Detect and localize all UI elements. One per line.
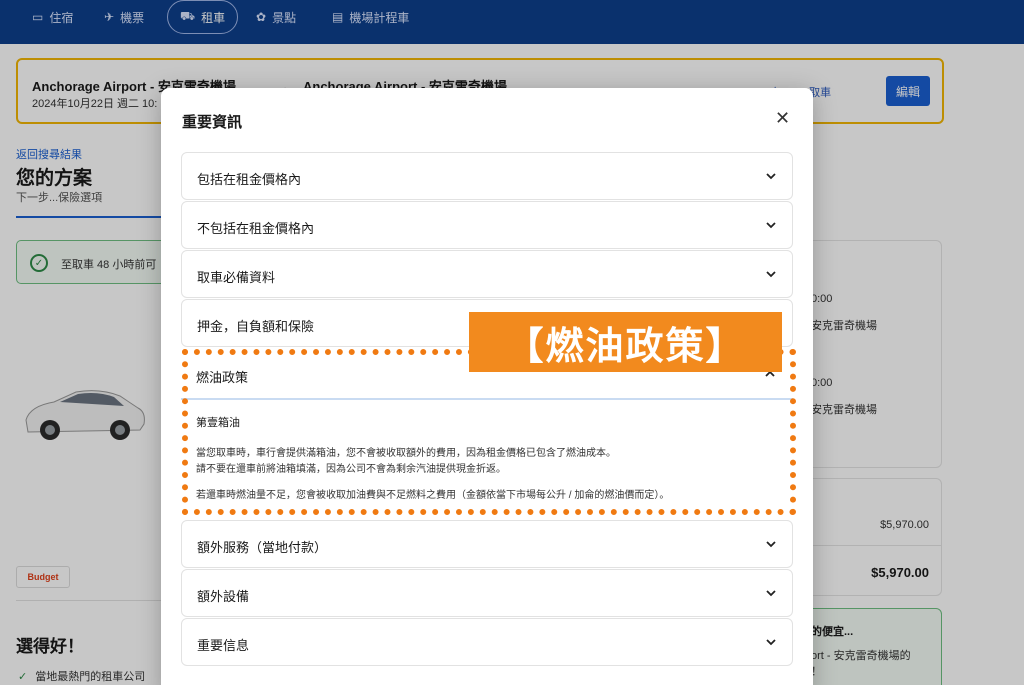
accordion-label: 額外服務（當地付款）	[197, 540, 328, 555]
chevron-down-icon	[764, 635, 778, 649]
annotation-banner: 【燃油政策】	[469, 312, 782, 372]
chevron-down-icon	[764, 267, 778, 281]
accordion-label: 取車必備資料	[197, 270, 276, 285]
accordion-label: 包括在租金價格內	[197, 172, 302, 187]
accordion-label: 重要信息	[197, 638, 250, 653]
accordion-extra-services[interactable]: 額外服務（當地付款）	[181, 520, 793, 568]
accordion-label: 額外設備	[197, 589, 250, 604]
accordion-important-info[interactable]: 重要信息	[181, 618, 793, 666]
accordion-pickup-docs[interactable]: 取車必備資料	[181, 250, 793, 298]
close-icon[interactable]: ✕	[775, 108, 790, 128]
accordion-included[interactable]: 包括在租金價格內	[181, 152, 793, 200]
highlight-box	[182, 349, 796, 515]
chevron-down-icon	[764, 218, 778, 232]
chevron-down-icon	[764, 169, 778, 183]
chevron-down-icon	[764, 586, 778, 600]
accordion-extra-equipment[interactable]: 額外設備	[181, 569, 793, 617]
accordion-label: 押金，自負額和保險	[197, 319, 315, 334]
modal-title: 重要資訊	[182, 114, 243, 131]
chevron-down-icon	[764, 537, 778, 551]
accordion-not-included[interactable]: 不包括在租金價格內	[181, 201, 793, 249]
accordion-label: 不包括在租金價格內	[197, 221, 315, 236]
